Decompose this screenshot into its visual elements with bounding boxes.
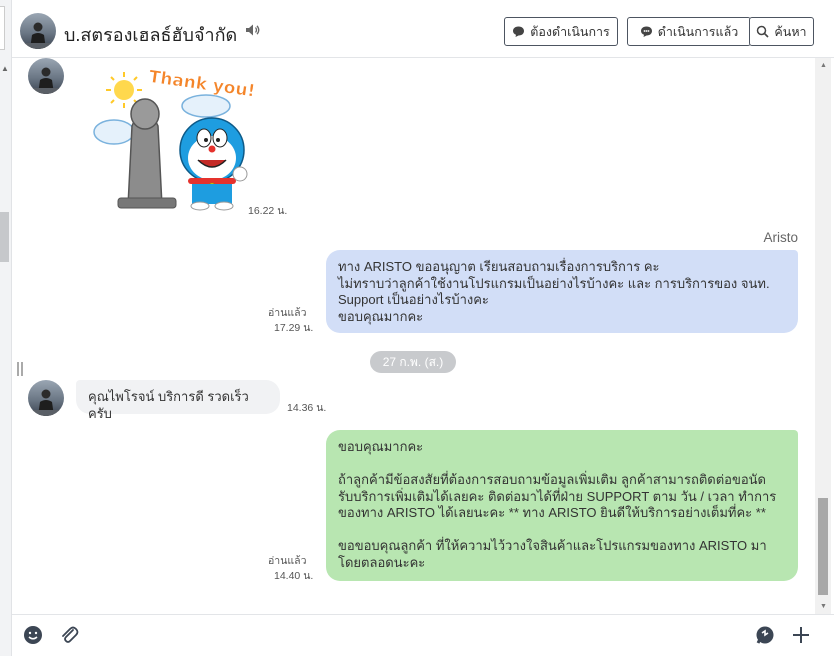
chat-bubble-icon	[513, 26, 525, 37]
speaker-icon[interactable]	[245, 23, 261, 37]
avatar[interactable]	[28, 58, 64, 94]
message-time: 14.36 น.	[287, 402, 327, 414]
page-title: บ.สตรองเฮลธ์ฮับจำกัด	[64, 25, 238, 45]
message-input-bar[interactable]	[12, 614, 834, 656]
chat-scrollbar-thumb[interactable]	[818, 498, 828, 595]
message-time: 17.29 น.	[274, 322, 314, 334]
message-text: คุณไพโรจน์ บริการดี รวดเร็วครับ	[88, 389, 249, 421]
paperclip-icon[interactable]	[58, 624, 80, 646]
panel-resize-handle[interactable]	[17, 362, 23, 376]
left-scrollbar-thumb[interactable]	[0, 212, 9, 262]
chat-header: บ.สตรองเฮลธ์ฮับจำกัด ต้องดำเนินการ ดำเนิ…	[12, 0, 834, 58]
todo-button[interactable]: ต้องดำเนินการ	[504, 17, 618, 46]
read-status: อ่านแล้ว	[268, 555, 307, 567]
done-button-label: ดำเนินการแล้ว	[657, 24, 739, 39]
left-panel-edge: ▲	[0, 0, 12, 656]
message-time: 16.22 น.	[248, 205, 288, 217]
quick-reply-icon[interactable]	[754, 624, 776, 646]
avatar[interactable]	[20, 13, 56, 49]
read-status: อ่านแล้ว	[268, 307, 307, 319]
date-separator: 27 ก.พ. (ส.)	[370, 351, 456, 373]
chat-message-area[interactable]: Thank you! 16.22 น. Aristo อ่านแล้ว 17.2…	[12, 58, 815, 614]
chat-bubble-dots-icon	[640, 26, 652, 37]
search-button-label: ค้นหา	[774, 24, 807, 39]
plus-icon[interactable]	[790, 624, 812, 646]
scroll-down-arrow-icon[interactable]: ▼	[820, 603, 827, 610]
outgoing-message-bubble[interactable]: ขอบคุณมากคะ ถ้าลูกค้ามีข้อสงสัยที่ต้องกา…	[326, 430, 798, 581]
thank-you-sticker[interactable]: Thank you!	[88, 66, 254, 212]
chat-scrollbar[interactable]: ▲ ▼	[815, 58, 831, 614]
left-panel-tab[interactable]	[0, 6, 5, 50]
search-button[interactable]: ค้นหา	[749, 17, 814, 46]
incoming-message-bubble[interactable]: คุณไพโรจน์ บริการดี รวดเร็วครับ	[76, 380, 280, 421]
message-text: ขอบคุณมากคะ ถ้าลูกค้ามีข้อสงสัยที่ต้องกา…	[338, 439, 777, 570]
search-icon	[757, 25, 769, 38]
avatar[interactable]	[28, 380, 64, 416]
scroll-up-arrow-icon[interactable]: ▲	[820, 62, 827, 69]
scroll-up-arrow-icon[interactable]: ▲	[1, 64, 9, 73]
todo-button-label: ต้องดำเนินการ	[530, 24, 610, 39]
message-time: 14.40 น.	[274, 570, 314, 582]
message-text: ทาง ARISTO ขออนุญาต เรียนสอบถามเรื่องการ…	[338, 259, 770, 324]
sender-name: Aristo	[763, 230, 798, 245]
outgoing-message-bubble[interactable]: ทาง ARISTO ขออนุญาต เรียนสอบถามเรื่องการ…	[326, 250, 798, 333]
done-button[interactable]: ดำเนินการแล้ว	[627, 17, 751, 46]
emoji-icon[interactable]	[22, 624, 44, 646]
